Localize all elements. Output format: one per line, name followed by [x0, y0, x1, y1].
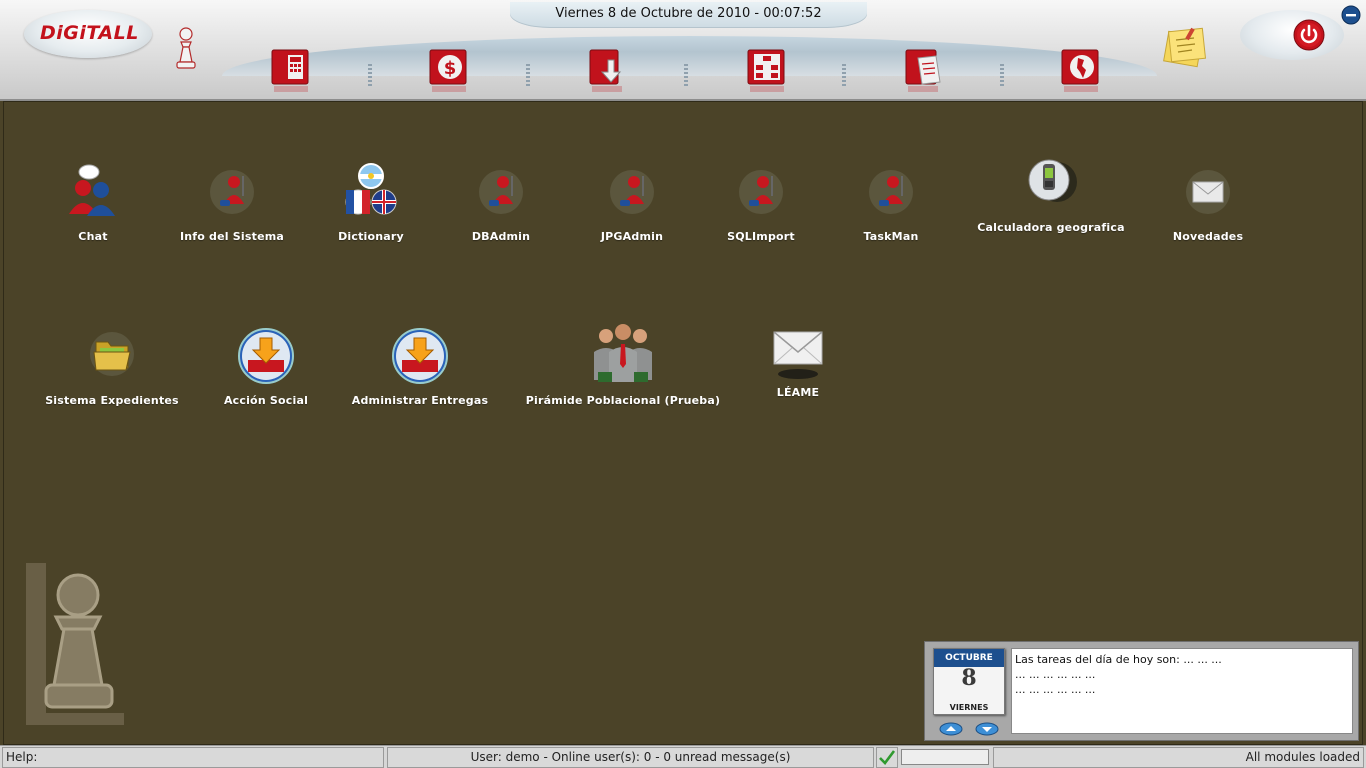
desktop-icon-label: Dictionary — [338, 230, 404, 243]
desktop-icon-piramide-poblacional[interactable]: Pirámide Poblacional (Prueba) — [523, 320, 723, 407]
desktop-icon-taskman[interactable]: TaskMan — [816, 162, 966, 243]
download-book-icon — [589, 49, 622, 92]
user-tool-icon — [210, 170, 254, 214]
toolbar-separator — [526, 64, 530, 86]
daily-tasks-widget: OCTUBRE 8 VIERNES Las tareas del día de … — [924, 641, 1359, 741]
desktop-icon-label: Info del Sistema — [179, 230, 285, 243]
calendar-icon: OCTUBRE 8 VIERNES — [933, 648, 1005, 715]
desktop-icon-novedades[interactable]: Novedades — [1133, 162, 1283, 243]
desktop-icon-label: Sistema Expedientes — [45, 394, 179, 407]
modules-status: All modules loaded — [993, 747, 1364, 768]
download-book-button[interactable] — [586, 46, 634, 96]
power-area — [1240, 10, 1344, 60]
desktop-icon-jpgadmin[interactable]: JPGAdmin — [557, 162, 707, 243]
desktop-icon-chat[interactable]: Chat — [18, 162, 168, 243]
calculator-book-button[interactable] — [268, 46, 316, 96]
minimize-icon[interactable] — [1341, 5, 1361, 25]
progress-bar — [901, 749, 989, 765]
folder-icon — [90, 332, 134, 376]
desktop-icon-label: Acción Social — [223, 394, 309, 407]
status-bar: Help: User: demo - Online user(s): 0 - 0… — [0, 745, 1366, 768]
tasks-line: Las tareas del día de hoy son: ... ... .… — [1015, 653, 1222, 666]
help-status: Help: — [2, 747, 384, 768]
desktop-icon-sqlimport[interactable]: SQLImport — [686, 162, 836, 243]
calculator-book-icon — [271, 49, 309, 92]
tasks-line: ... ... ... ... ... ... — [1015, 668, 1096, 681]
logo-text: DiGiTALL — [40, 22, 139, 44]
calendar-weekday: VIERNES — [949, 703, 989, 712]
documents-book-icon — [905, 49, 941, 92]
toolbar-separator — [684, 64, 688, 86]
power-icon[interactable] — [1293, 19, 1325, 51]
pawn-watermark-icon — [26, 563, 124, 725]
gps-device-icon — [1028, 159, 1077, 202]
map-book-button[interactable] — [1058, 46, 1106, 96]
desktop-icon-calculadora-geografica[interactable]: Calculadora geografica — [976, 154, 1126, 234]
envelope-icon — [773, 331, 823, 379]
desktop-icon-administrar-entregas[interactable]: Administrar Entregas — [345, 326, 495, 407]
business-people-icon — [594, 324, 652, 382]
desktop-icon-dbadmin[interactable]: DBAdmin — [426, 162, 576, 243]
chat-users-icon — [69, 164, 115, 216]
documents-book-button[interactable] — [902, 46, 950, 96]
desktop-icon-sistema-expedientes[interactable]: Sistema Expedientes — [37, 324, 187, 407]
top-header: DiGiTALL Viernes 8 de Octubre de 2010 - … — [0, 0, 1366, 101]
desktop-icon-label: TaskMan — [863, 230, 919, 243]
sticky-notes-icon[interactable] — [1162, 26, 1210, 70]
pawn-icon[interactable] — [172, 26, 200, 72]
checkmark-icon — [879, 750, 896, 765]
previous-day-arrow-icon[interactable] — [939, 722, 963, 736]
desktop-icon-dictionary[interactable]: Dictionary — [296, 162, 446, 243]
user-tool-icon — [739, 170, 783, 214]
desktop-icon-label: Calculadora geografica — [977, 221, 1125, 234]
toolbar-band — [222, 36, 1157, 76]
desktop-icon-label: Novedades — [1172, 230, 1244, 243]
toolbar-separator — [1000, 64, 1004, 86]
dollar-book-icon: $ — [429, 49, 467, 92]
map-book-icon — [1061, 49, 1099, 92]
user-tool-icon — [479, 170, 523, 214]
desktop-icon-label: Chat — [78, 230, 108, 243]
desktop-icon-leame[interactable]: LÉAME — [723, 322, 873, 399]
desktop-icon-label: SQLImport — [727, 230, 795, 243]
desktop-icon-label: LÉAME — [776, 386, 820, 399]
desktop-icon-label: DBAdmin — [471, 230, 531, 243]
desktop-icon-accion-social[interactable]: Acción Social — [191, 326, 341, 407]
user-status: User: demo - Online user(s): 0 - 0 unrea… — [387, 747, 874, 768]
user-tool-icon — [869, 170, 913, 214]
org-chart-book-button[interactable] — [744, 46, 792, 96]
desktop-icon-label: Pirámide Poblacional (Prueba) — [525, 394, 721, 407]
user-tool-icon — [610, 170, 654, 214]
toolbar-separator — [368, 64, 372, 86]
desktop-icon-label: JPGAdmin — [600, 230, 664, 243]
tasks-text-area[interactable]: Las tareas del día de hoy son: ... ... .… — [1011, 648, 1353, 734]
connection-status — [876, 747, 898, 768]
desktop-icon-label: Administrar Entregas — [351, 394, 489, 407]
svg-text:$: $ — [444, 58, 457, 79]
datetime-display: Viernes 8 de Octubre de 2010 - 00:07:52 — [510, 2, 867, 28]
tasks-line: ... ... ... ... ... ... — [1015, 683, 1096, 696]
toolbar-separator — [842, 64, 846, 86]
digitall-logo[interactable]: DiGiTALL — [24, 10, 152, 58]
org-chart-book-icon — [747, 49, 785, 92]
envelope-icon — [1186, 170, 1230, 214]
calendar-day: 8 — [961, 665, 977, 691]
flags-icon — [345, 163, 397, 215]
next-day-arrow-icon[interactable] — [975, 722, 999, 736]
dollar-book-button[interactable]: $ — [426, 46, 474, 96]
desktop-icon-info-del-sistema[interactable]: Info del Sistema — [157, 162, 307, 243]
inbox-download-icon — [238, 328, 294, 384]
inbox-download-icon — [392, 328, 448, 384]
